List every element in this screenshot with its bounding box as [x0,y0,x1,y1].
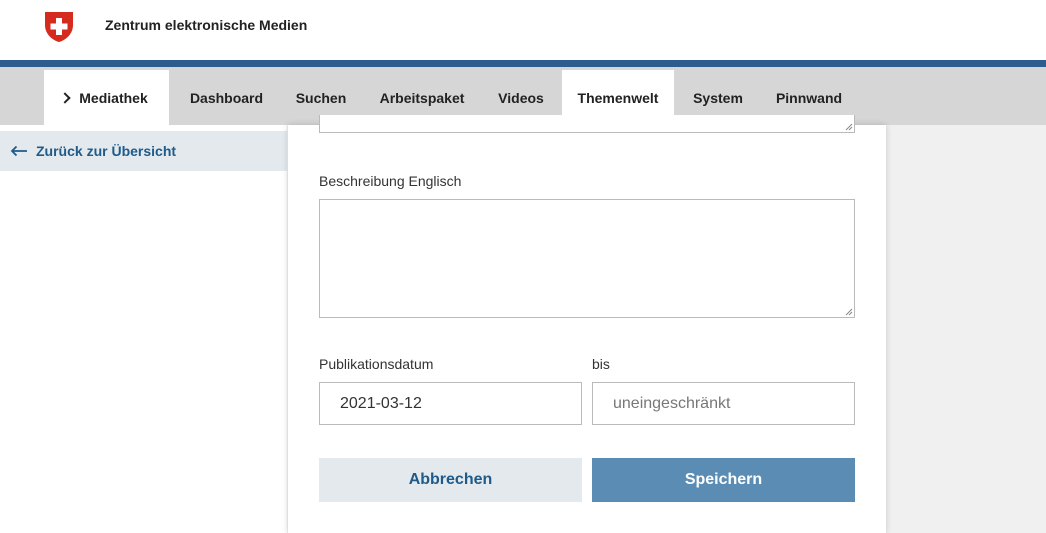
back-to-overview-link[interactable]: Zurück zur Übersicht [0,131,287,171]
nav-item-label: Pinnwand [775,89,843,106]
nav-item-label: Themenwelt [577,89,659,106]
nav-item-label: Mediathek [79,89,148,106]
publication-date-input[interactable] [319,382,582,425]
nav-item-label: Arbeitspaket [379,89,465,106]
resize-grip-icon [845,123,853,131]
chevron-right-icon [59,91,71,104]
nav-item-dashboard[interactable]: Dashboard [175,70,278,125]
previous-textarea[interactable] [319,115,855,133]
nav-item-label: System [693,89,743,106]
site-title: Zentrum elektronische Medien [105,17,308,33]
description-english-label: Beschreibung Englisch [319,173,462,189]
edit-form-panel: Beschreibung Englisch Publikationsdatum … [288,115,886,533]
resize-grip-icon [845,308,853,316]
until-date-label: bis [592,356,610,372]
nav-item-label: Suchen [295,89,347,106]
until-date-input[interactable] [592,382,855,425]
arrow-left-icon [10,145,27,157]
nav-item-mediathek[interactable]: Mediathek [44,70,169,125]
sidebar: Zurück zur Übersicht [0,125,287,533]
site-header: Zentrum elektronische Medien [0,0,1046,60]
swiss-coat-of-arms-icon [45,12,73,42]
back-link-label: Zurück zur Übersicht [36,143,177,159]
cancel-button[interactable]: Abbrechen [319,458,582,502]
save-button[interactable]: Speichern [592,458,855,502]
description-english-textarea[interactable] [319,199,855,318]
publication-date-label: Publikationsdatum [319,356,434,372]
nav-item-label: Dashboard [189,89,264,106]
header-accent-bar [0,60,1046,67]
nav-item-label: Videos [498,89,544,106]
